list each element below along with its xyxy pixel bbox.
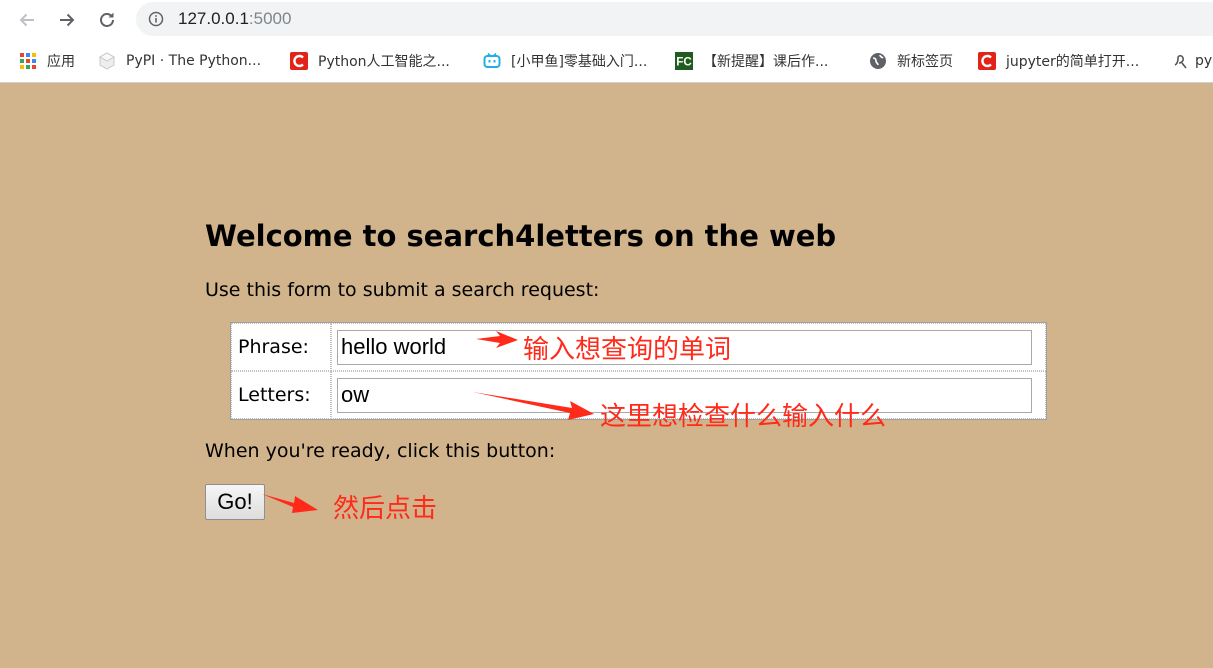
go-annotation-arrow <box>262 494 318 513</box>
bookmark-apps[interactable]: 应用 <box>19 40 75 82</box>
bookmark-csdn-jupyter[interactable]: jupyter的简单打开... <box>978 40 1139 82</box>
url-host: 127.0.0.1 <box>178 9 249 28</box>
csdn-icon <box>978 52 996 70</box>
page-body: Welcome to search4letters on the web Use… <box>0 83 1213 668</box>
bookmark-bilibili[interactable]: [小甲鱼]零基础入门... <box>483 40 647 82</box>
bookmark-label: 新标签页 <box>897 54 953 70</box>
bookmark-fishc[interactable]: FC 【新提醒】课后作... <box>675 40 828 82</box>
bookmark-csdn-python-ai[interactable]: Python人工智能之... <box>290 40 450 82</box>
pypi-icon <box>98 52 116 70</box>
url-port: :5000 <box>248 9 292 28</box>
apps-grid-icon <box>19 52 37 70</box>
bookmark-new-tab[interactable]: 新标签页 <box>869 40 953 82</box>
address-bar[interactable]: 127.0.0.1:5000 <box>136 2 1213 36</box>
phrase-annotation: 输入想查询的单词 <box>523 335 732 365</box>
bilibili-icon <box>483 52 501 70</box>
globe-icon <box>869 52 887 70</box>
url-text: 127.0.0.1:5000 <box>178 8 291 30</box>
fishc-icon: FC <box>675 52 693 70</box>
bookmark-label: PyPI · The Python... <box>126 53 262 69</box>
reload-button[interactable] <box>93 6 121 34</box>
bookmark-label: jupyter的简单打开... <box>1006 54 1140 70</box>
bookmark-label: py <box>1195 53 1213 69</box>
site-info-icon[interactable] <box>148 11 164 27</box>
fishc-icon-text: FC <box>676 56 692 69</box>
forward-arrow-icon <box>60 13 75 27</box>
bookmark-label: 【新提醒】课后作... <box>703 54 829 70</box>
reload-icon <box>100 12 114 27</box>
csdn-icon <box>290 52 308 70</box>
bookmarks-bar: 应用 PyPI · The Python... Python人工智能之... [… <box>0 40 1213 83</box>
back-button[interactable] <box>13 6 41 34</box>
bookmark-label: 应用 <box>47 54 75 70</box>
annotation-arrows <box>262 331 594 513</box>
forward-button[interactable] <box>53 6 81 34</box>
letters-annotation-arrow <box>473 392 594 420</box>
phrase-annotation-arrow <box>476 331 518 348</box>
bookmark-label: [小甲鱼]零基础入门... <box>511 54 648 70</box>
go-annotation: 然后点击 <box>333 494 438 524</box>
bookmark-python[interactable]: py <box>1172 40 1212 82</box>
python-icon <box>1172 52 1190 70</box>
browser-toolbar: 127.0.0.1:5000 <box>0 0 1213 40</box>
back-arrow-icon <box>19 13 34 27</box>
letters-annotation: 这里想检查什么输入什么 <box>600 402 887 432</box>
bookmark-label: Python人工智能之... <box>318 54 450 70</box>
bookmark-pypi[interactable]: PyPI · The Python... <box>98 40 261 82</box>
